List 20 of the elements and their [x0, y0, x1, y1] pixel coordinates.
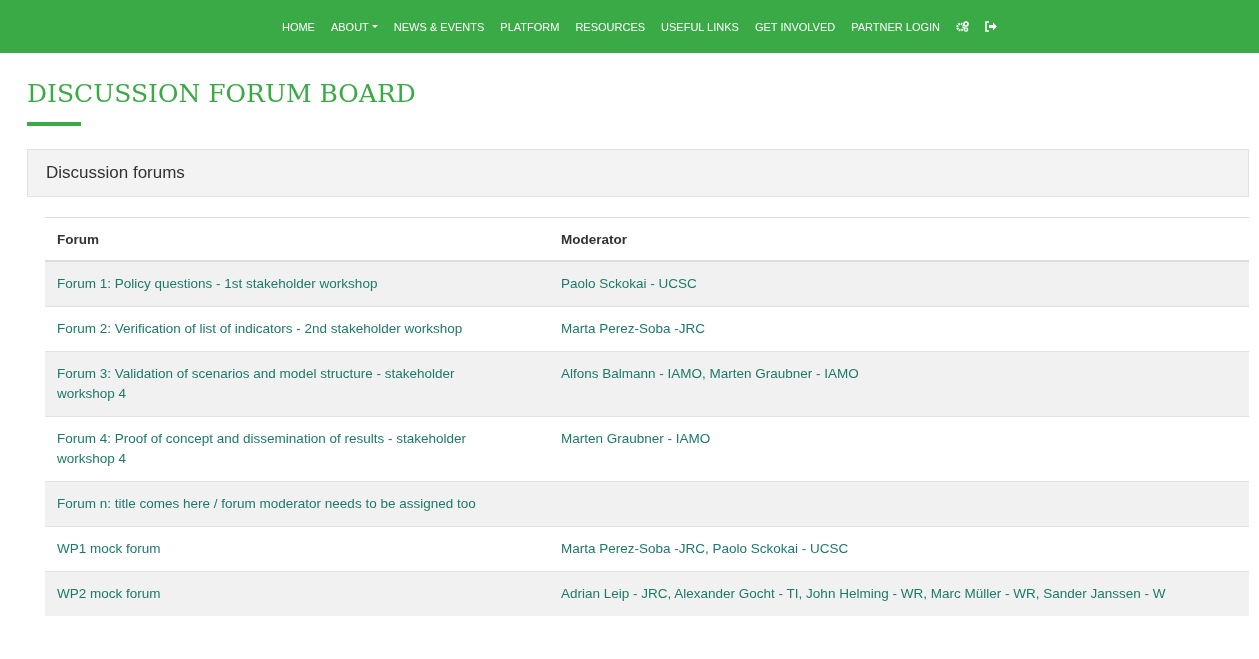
forum-link[interactable]: WP1 mock forum — [57, 539, 499, 559]
nav-link[interactable]: PLATFORM — [500, 20, 560, 33]
forum-link[interactable]: Forum 2: Verification of list of indicators - 2nd stakeholder workshop — [57, 319, 499, 339]
panel-title: Discussion forums — [46, 163, 185, 183]
nav-link[interactable]: PARTNER LOGIN — [851, 20, 941, 33]
nav-link[interactable]: USEFUL LINKS — [661, 20, 739, 33]
moderator-link[interactable]: Alfons Balmann - IAMO, Marten Graubner - IAMO — [561, 366, 859, 381]
nav-link[interactable]: NEWS & EVENTS — [393, 20, 485, 33]
page-title: DISCUSSION FORUM BOARD — [27, 79, 417, 108]
nav-link[interactable]: HOME — [281, 20, 315, 33]
moderator-link[interactable]: Paolo Sckokai - UCSC — [561, 276, 697, 291]
nav-link[interactable]: RESOURCES — [575, 20, 646, 33]
moderator-link[interactable]: Marta Perez-Soba -JRC, Paolo Sckokai - UCSC — [561, 541, 849, 556]
moderator-link[interactable]: Marten Graubner - IAMO — [561, 431, 711, 446]
sign-out-icon[interactable] — [985, 21, 998, 32]
nav-link[interactable]: GET INVOLVED — [754, 20, 836, 33]
forum-link[interactable]: Forum 4: Proof of concept and dissemination of results - stakeholder workshop 4 — [57, 429, 499, 469]
moderator-link[interactable]: Marta Perez-Soba -JRC — [561, 321, 706, 336]
settings-icon[interactable] — [956, 21, 970, 32]
nav-link[interactable]: ABOUT — [330, 20, 378, 33]
